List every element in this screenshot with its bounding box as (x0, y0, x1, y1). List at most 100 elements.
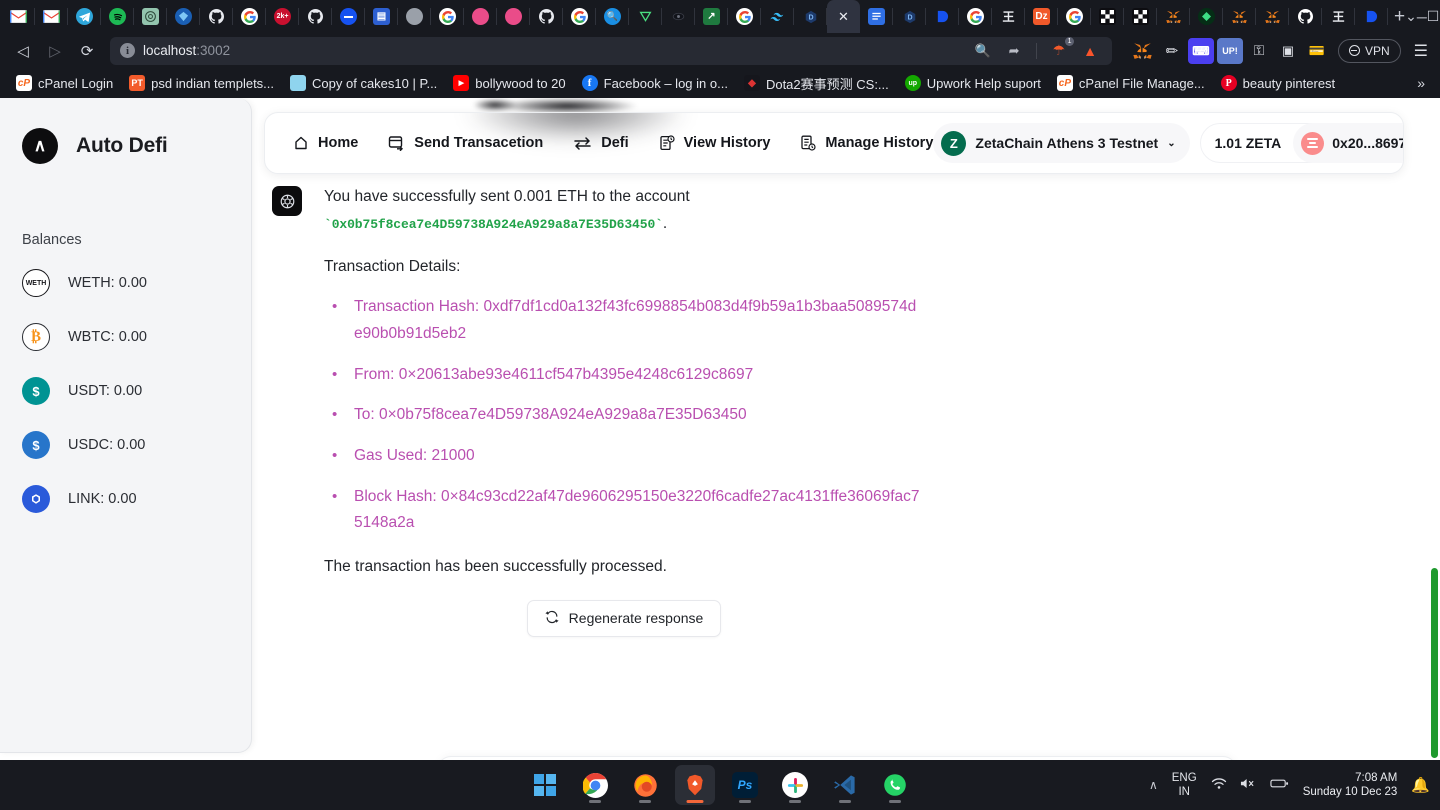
battery-icon[interactable] (1270, 777, 1289, 793)
tab-github-3[interactable] (530, 0, 563, 33)
tab-d-hex[interactable]: D (794, 0, 827, 33)
bookmark-facebook[interactable]: f Facebook – log in o... (575, 72, 735, 94)
minimize-button[interactable]: ─ (1417, 0, 1427, 33)
tab-docs-blue[interactable] (860, 0, 893, 33)
puzzle-extension-icon[interactable]: ⚿ (1246, 38, 1272, 64)
list-item[interactable]: Block Hash: 0×84c93cd22af47de9606295150e… (332, 484, 924, 537)
list-item[interactable]: Transaction Hash: 0xdf7df1cd0a132f43fc69… (332, 294, 924, 347)
volume-muted-icon[interactable] (1240, 777, 1257, 793)
share-icon[interactable]: ➦ (1004, 43, 1025, 59)
tab-dribbble[interactable] (464, 0, 497, 33)
reload-button[interactable]: ⟳ (72, 37, 102, 65)
tab-gmail[interactable] (2, 0, 35, 33)
tab-metamask-3[interactable] (1256, 0, 1289, 33)
tab-google-5[interactable] (959, 0, 992, 33)
tab-vercel[interactable] (629, 0, 662, 33)
tab-blue-circle[interactable] (332, 0, 365, 33)
scrollbar-track[interactable] (1428, 98, 1440, 760)
tab-search-blue[interactable]: 🔍 (596, 0, 629, 33)
wifi-icon[interactable] (1211, 777, 1227, 793)
wallet-account[interactable]: 0x20...8697 ⌄ (1293, 123, 1403, 163)
metamask-extension-icon[interactable] (1130, 38, 1156, 64)
tab-metamask[interactable] (1157, 0, 1190, 33)
tab-cn-char[interactable]: 王 (992, 0, 1025, 33)
taskbar-brave[interactable] (675, 765, 715, 805)
new-tab-button[interactable]: + (1394, 3, 1405, 31)
brand[interactable]: ∧ Auto Defi (22, 128, 251, 164)
nav-item-home[interactable]: Home (293, 135, 358, 151)
tab-checker[interactable] (1091, 0, 1124, 33)
tab-d-hex-2[interactable]: D (893, 0, 926, 33)
tab-dribbble-2[interactable] (497, 0, 530, 33)
tab-b-red[interactable]: ǲ (1025, 0, 1058, 33)
tab-openai[interactable] (134, 0, 167, 33)
tab-green-arrow[interactable]: ↗ (695, 0, 728, 33)
address-bar[interactable]: i localhost:3002 🔍 ➦ ☂ 1 ▲ (110, 36, 1112, 65)
taskbar-firefox[interactable] (625, 765, 665, 805)
tab-google-4[interactable] (728, 0, 761, 33)
maximize-button[interactable]: ☐ (1427, 0, 1440, 33)
tab-google-2[interactable] (431, 0, 464, 33)
tab-checker-2[interactable] (1124, 0, 1157, 33)
tab-gem[interactable] (167, 0, 200, 33)
tab-spotify[interactable] (101, 0, 134, 33)
tab-2k[interactable]: 2k+ (266, 0, 299, 33)
brave-shields-icon[interactable]: ☂ 1 (1048, 37, 1075, 59)
taskbar-whatsapp[interactable] (875, 765, 915, 805)
tab-search-dropdown-button[interactable]: ⌄ (1405, 0, 1417, 33)
bookmark-psd-templates[interactable]: PT psd indian templets... (122, 72, 281, 94)
bookmark-upwork[interactable]: up Upwork Help suport (898, 72, 1048, 94)
taskbar-start-button[interactable] (525, 765, 565, 805)
tab-doc-blue[interactable]: ▤ (365, 0, 398, 33)
nav-item-send-transaction[interactable]: Send Transacetion (388, 135, 543, 151)
bookmark-copy-of-cakes[interactable]: Copy of cakes10 | P... (283, 72, 444, 94)
bookmark-bollywood[interactable]: ▶ bollywood to 20 (446, 72, 572, 94)
eyedropper-extension-icon[interactable]: ✏ (1159, 38, 1185, 64)
upwork-extension-icon[interactable]: UP! (1216, 37, 1243, 64)
list-item[interactable]: To: 0×0b75f8cea7e4D59738A924eA929a8a7E35… (332, 402, 924, 429)
tab-globe-gray[interactable] (398, 0, 431, 33)
list-item[interactable]: From: 0×20613abe93e4611cf547b4395e4248c6… (332, 362, 924, 389)
tab-cn-char-2[interactable]: 王 (1322, 0, 1355, 33)
tab-localhost-active[interactable]: ✕ (827, 0, 860, 33)
tab-blue-shape[interactable] (926, 0, 959, 33)
tab-metamask-2[interactable] (1223, 0, 1256, 33)
tab-google-3[interactable] (563, 0, 596, 33)
language-indicator[interactable]: ENG IN (1172, 771, 1197, 800)
list-item[interactable]: Gas Used: 21000 (332, 443, 924, 470)
tab-telegram[interactable] (68, 0, 101, 33)
bookmark-cpanel-login[interactable]: cP cPanel Login (9, 72, 120, 94)
chain-selector[interactable]: Z ZetaChain Athens 3 Testnet ⌄ (933, 123, 1190, 163)
tab-green-round[interactable] (1190, 0, 1223, 33)
bookmark-dota2[interactable]: ◆ Dota2赛事预测 CS:... (737, 71, 896, 96)
taskbar-chrome[interactable] (575, 765, 615, 805)
site-info-icon[interactable]: i (120, 43, 135, 58)
nav-item-manage-history[interactable]: Manage History (800, 135, 933, 151)
tab-google[interactable] (233, 0, 266, 33)
tab-google-6[interactable] (1058, 0, 1091, 33)
zoom-out-icon[interactable]: 🔍 (969, 43, 995, 59)
nav-item-view-history[interactable]: View History (659, 135, 770, 151)
taskbar-photoshop[interactable]: Ps (725, 765, 765, 805)
tab-gmail-2[interactable] (35, 0, 68, 33)
nav-item-defi[interactable]: Defi (573, 135, 629, 151)
clock[interactable]: 7:08 AM Sunday 10 Dec 23 (1303, 771, 1398, 800)
sidebar-toggle-icon[interactable]: ▣ (1275, 38, 1301, 64)
notifications-bell-icon[interactable]: 🔔 (1411, 776, 1430, 794)
wallet-selector[interactable]: 1.01 ZETA 0x20...8697 ⌄ (1199, 123, 1403, 163)
tab-github-2[interactable] (299, 0, 332, 33)
tab-github[interactable] (200, 0, 233, 33)
tab-blue-shape-2[interactable] (1355, 0, 1388, 33)
bookmark-beauty-pinterest[interactable]: P beauty pinterest (1214, 72, 1343, 94)
close-icon[interactable]: ✕ (835, 8, 852, 25)
taskbar-vscode[interactable] (825, 765, 865, 805)
vpn-button[interactable]: VPN (1337, 38, 1401, 63)
bookmark-cpanel-file-manager[interactable]: cP cPanel File Manage... (1050, 72, 1212, 94)
regenerate-response-button[interactable]: Regenerate response (526, 599, 722, 637)
taskbar-slack[interactable] (775, 765, 815, 805)
brave-rewards-icon[interactable]: ▲ (1078, 43, 1102, 59)
tab-eye[interactable] (662, 0, 695, 33)
tab-github-4[interactable] (1289, 0, 1322, 33)
forward-button[interactable]: ▷ (40, 37, 70, 65)
tray-expand-button[interactable]: ∧ (1149, 778, 1158, 792)
